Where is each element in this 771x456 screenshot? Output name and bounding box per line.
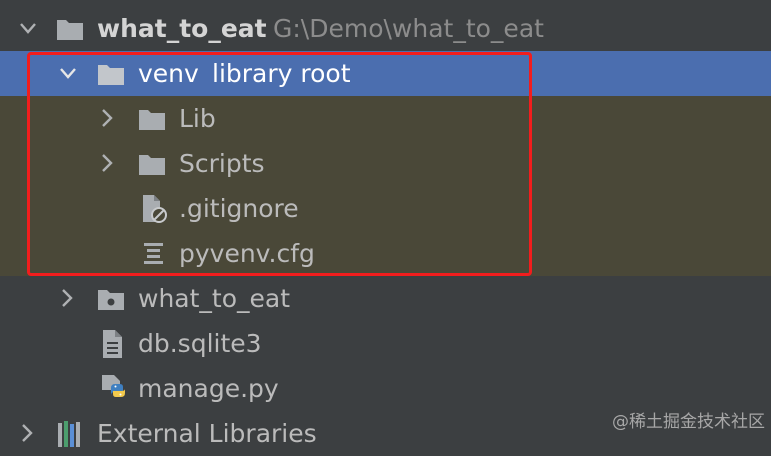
external-name: External Libraries (97, 419, 317, 448)
tree-row-project[interactable]: what_to_eat G:\Demo\what_to_eat (0, 6, 771, 51)
highlight-box (27, 52, 532, 276)
file-icon (101, 329, 125, 359)
project-name: what_to_eat (97, 14, 267, 43)
tree-row-db[interactable]: db.sqlite3 (0, 321, 771, 366)
chevron-right-icon[interactable] (15, 411, 39, 456)
tree-row-package[interactable]: what_to_eat (0, 276, 771, 321)
chevron-right-icon[interactable] (55, 276, 79, 321)
package-icon (97, 287, 125, 311)
package-name: what_to_eat (138, 284, 291, 313)
library-icon (56, 419, 86, 449)
python-icon (99, 374, 129, 404)
folder-icon (56, 17, 84, 41)
manage-name: manage.py (138, 374, 279, 403)
tree-row-manage[interactable]: manage.py (0, 366, 771, 411)
watermark: @稀土掘金技术社区 (612, 412, 765, 432)
chevron-down-icon[interactable] (16, 6, 40, 51)
db-name: db.sqlite3 (138, 329, 262, 358)
project-path: G:\Demo\what_to_eat (273, 14, 544, 43)
